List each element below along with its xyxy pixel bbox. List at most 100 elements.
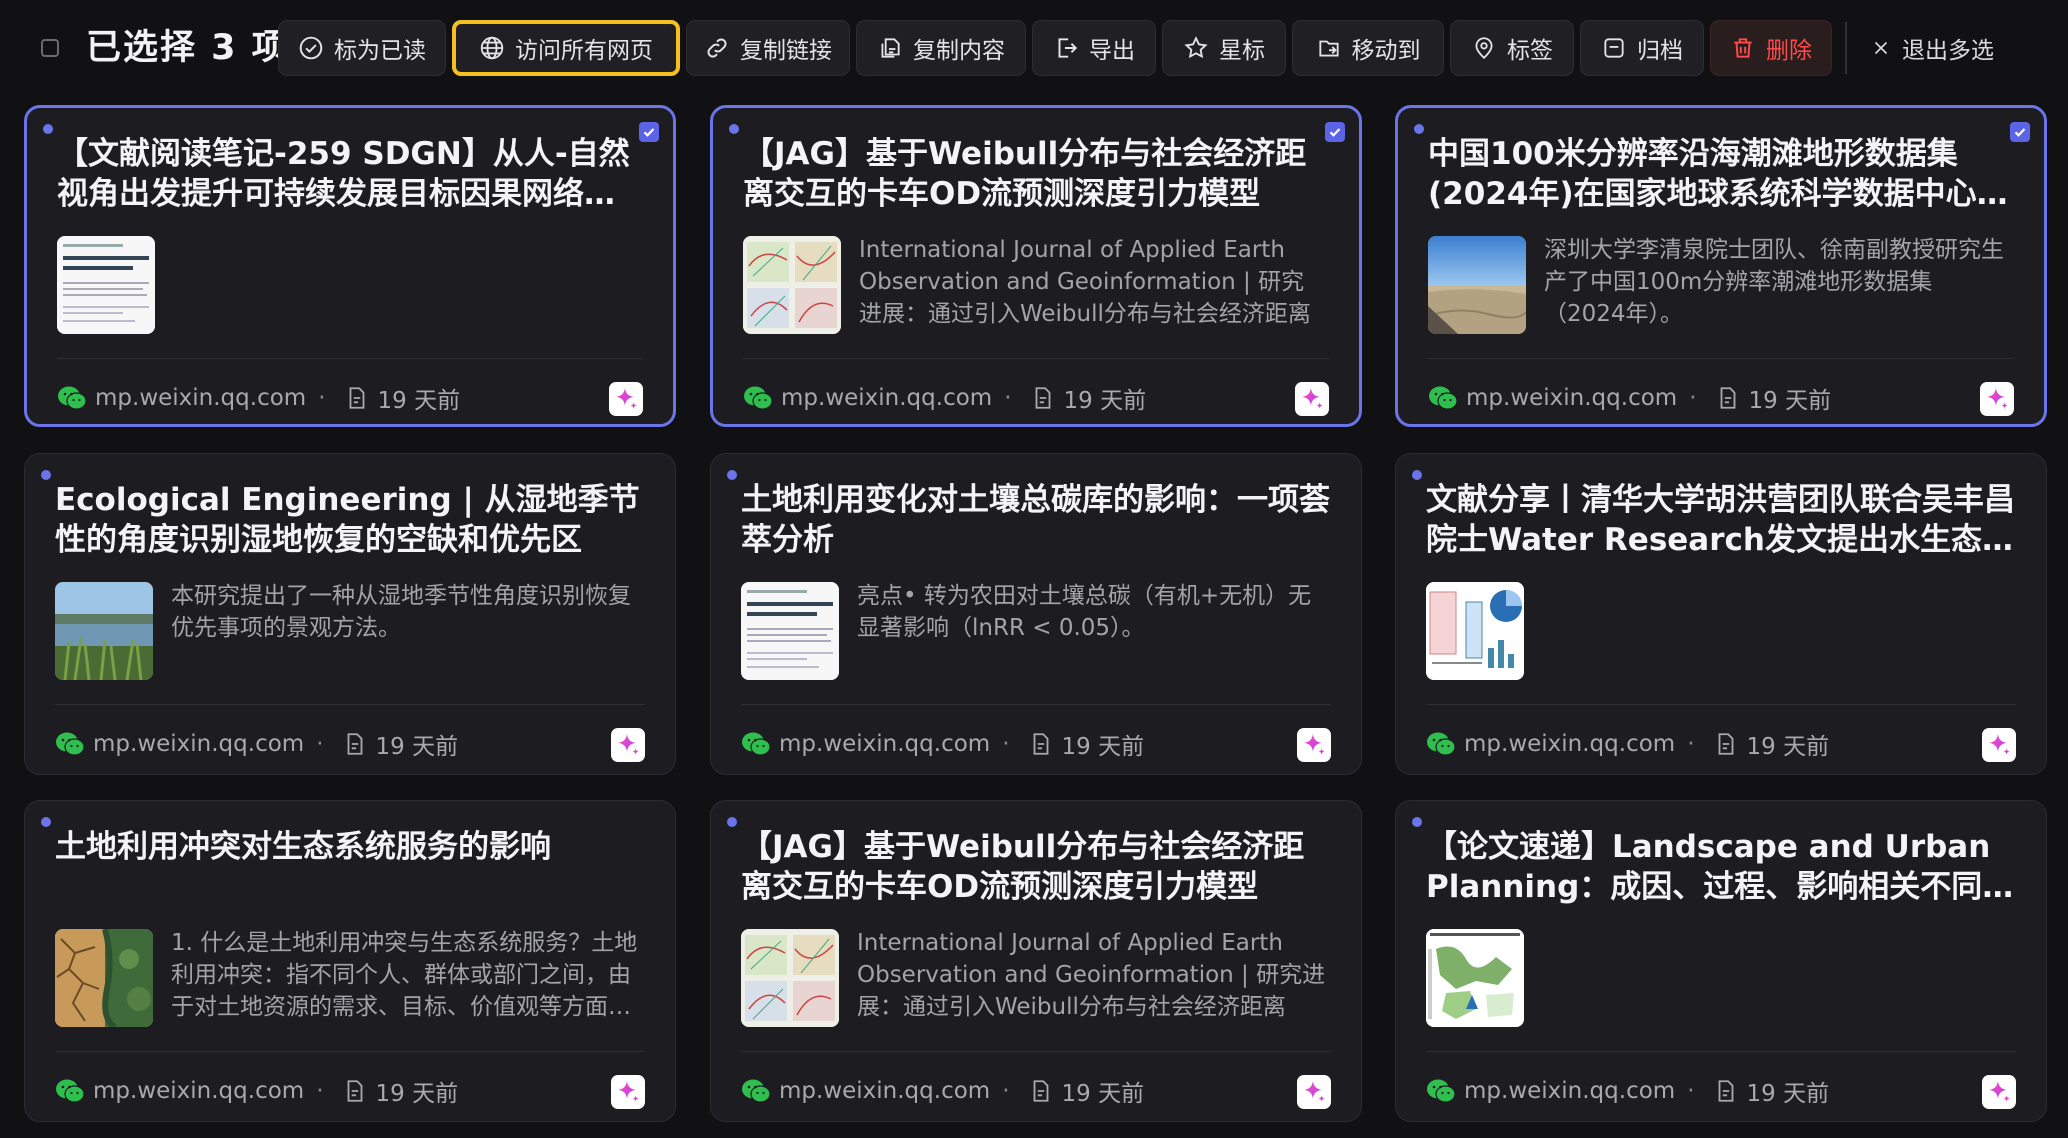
wechat-icon (1427, 732, 1456, 756)
tag-button[interactable]: 标签 (1450, 20, 1574, 76)
card-title[interactable]: 文献分享丨清华大学胡洪营团队联合吴丰昌院士Water Research发文提出水… (1426, 480, 2018, 560)
ai-summary-button[interactable] (1982, 728, 2016, 762)
document-icon (1720, 387, 1735, 409)
article-card[interactable]: 土地利用冲突对生态系统服务的影响 1. 什么是土地利用冲突与生态系统服务？土地利… (24, 800, 676, 1122)
paper-icon (57, 236, 155, 334)
ai-summary-button[interactable] (1297, 1075, 1331, 1109)
footer-separator: · (1687, 731, 1695, 757)
card-time: 19 天前 (1063, 388, 1147, 414)
document-icon (1718, 1080, 1733, 1102)
ai-summary-button[interactable] (1297, 728, 1331, 762)
article-card[interactable]: Ecological Engineering | 从湿地季节性的角度识别湿地恢复… (24, 453, 676, 775)
card-title[interactable]: 【文献阅读笔记-259 SDGN】从人-自然视角出发提升可持续发展目标因果网络的… (57, 134, 645, 214)
article-card[interactable]: 土地利用变化对土壤总碳库的影响：一项荟萃分析 亮点• 转为农田对土壤总碳（有机+… (710, 453, 1362, 775)
card-summary: 亮点• 转为农田对土壤总碳（有机+无机）无显著影响（lnRR < 0.05）。 (857, 583, 1312, 641)
archive-button[interactable]: 归档 (1580, 20, 1704, 76)
wechat-icon (744, 386, 773, 410)
card-source: mp.weixin.qq.com (1464, 1078, 1676, 1104)
ai-summary-button[interactable] (609, 382, 643, 416)
star-icon (1184, 36, 1208, 59)
article-card[interactable]: 【文献阅读笔记-259 SDGN】从人-自然视角出发提升可持续发展目标因果网络的… (24, 105, 676, 427)
star-button[interactable]: 星标 (1162, 20, 1286, 76)
ai-summary-button[interactable] (611, 1075, 645, 1109)
card-summary: 本研究提出了一种从湿地季节性角度识别恢复优先事项的景观方法。 (171, 583, 631, 641)
sparkle-icon (618, 1081, 639, 1102)
map-icon (743, 236, 841, 334)
unread-dot (727, 470, 737, 480)
move-to-button[interactable]: 移动到 (1292, 20, 1444, 76)
card-source: mp.weixin.qq.com (781, 385, 993, 411)
globe-icon (480, 36, 504, 60)
check-circle-icon (299, 36, 323, 60)
card-time: 19 天前 (1746, 1081, 1830, 1107)
copy-icon (881, 38, 900, 58)
document-icon (349, 387, 364, 409)
archive-icon (1604, 38, 1624, 58)
article-card[interactable]: 中国100米分辨率沿海潮滩地形数据集(2024年)在国家地球系统科学数据中心发布… (1395, 105, 2047, 427)
card-divider (743, 358, 1329, 359)
card-title[interactable]: 【JAG】基于Weibull分布与社会经济距离交互的卡车OD流预测深度引力模型 (743, 134, 1331, 214)
chart-figure-icon (1426, 582, 1524, 680)
copy-link-button[interactable]: 复制链接 (686, 20, 850, 76)
sparkle-icon (1987, 388, 2008, 409)
ai-summary-button[interactable] (1980, 382, 2014, 416)
card-title[interactable]: 土地利用变化对土壤总碳库的影响：一项荟萃分析 (741, 480, 1333, 560)
paper-icon (741, 582, 839, 680)
visit-all-pages-button[interactable]: 访问所有网页 (452, 20, 680, 76)
select-all-checkbox[interactable] (41, 39, 59, 57)
card-title[interactable]: 中国100米分辨率沿海潮滩地形数据集(2024年)在国家地球系统科学数据中心发布 (1428, 134, 2016, 214)
footer-separator: · (1002, 731, 1010, 757)
sparkle-icon (1302, 388, 1323, 409)
card-time: 19 天前 (1061, 1081, 1145, 1107)
move-icon (1318, 40, 1339, 57)
unread-dot (1412, 470, 1422, 480)
card-summary: 深圳大学李清泉院士团队、徐南副教授研究生产了中国100m分辨率潮滩地形数据集（2… (1544, 237, 2004, 327)
unread-dot (1414, 124, 1424, 134)
footer-separator: · (1687, 1078, 1695, 1104)
beach-photo-icon (1428, 236, 1526, 334)
card-title[interactable]: 【JAG】基于Weibull分布与社会经济距离交互的卡车OD流预测深度引力模型 (741, 827, 1333, 907)
card-source: mp.weixin.qq.com (779, 731, 991, 757)
close-icon (1874, 41, 1888, 55)
ai-summary-button[interactable] (1295, 382, 1329, 416)
sparkle-icon (618, 734, 639, 755)
sparkle-icon (1989, 734, 2010, 755)
article-card[interactable]: 【JAG】基于Weibull分布与社会经济距离交互的卡车OD流预测深度引力模型 … (710, 105, 1362, 427)
card-divider (741, 1051, 1331, 1052)
card-time: 19 天前 (1746, 734, 1830, 760)
export-button[interactable]: 导出 (1032, 20, 1156, 76)
unread-dot (43, 124, 53, 134)
document-icon (1035, 387, 1050, 409)
card-title[interactable]: 土地利用冲突对生态系统服务的影响 (55, 827, 647, 867)
delete-button[interactable]: 删除 (1710, 20, 1832, 76)
footer-separator: · (316, 1078, 324, 1104)
card-title[interactable]: Ecological Engineering | 从湿地季节性的角度识别湿地恢复… (55, 480, 647, 560)
card-source: mp.weixin.qq.com (779, 1078, 991, 1104)
ai-summary-button[interactable] (611, 728, 645, 762)
wechat-icon (742, 1079, 771, 1103)
card-source: mp.weixin.qq.com (93, 731, 305, 757)
link-icon (707, 38, 727, 58)
sparkle-icon (1304, 734, 1325, 755)
wechat-icon (56, 1079, 85, 1103)
ai-summary-button[interactable] (1982, 1075, 2016, 1109)
wechat-icon (1427, 1079, 1456, 1103)
sparkle-icon (1304, 1081, 1325, 1102)
map-figure-icon (1426, 929, 1524, 1027)
card-time: 19 天前 (1748, 388, 1832, 414)
card-title[interactable]: 【论文速递】Landscape and Urban Planning：成因、过程… (1426, 827, 2018, 907)
card-footer: mp.weixin.qq.com · 19 天前 (1426, 1071, 1829, 1111)
selection-count-title: 已选择 3 项 (86, 28, 289, 68)
article-card[interactable]: 【JAG】基于Weibull分布与社会经济距离交互的卡车OD流预测深度引力模型 … (710, 800, 1362, 1122)
mark-read-button[interactable]: 标为已读 (278, 20, 446, 76)
wetland-photo-icon (55, 582, 153, 680)
article-card[interactable]: 【论文速递】Landscape and Urban Planning：成因、过程… (1395, 800, 2047, 1122)
card-source: mp.weixin.qq.com (93, 1078, 305, 1104)
toolbar-divider (1845, 22, 1847, 74)
article-card[interactable]: 文献分享丨清华大学胡洪营团队联合吴丰昌院士Water Research发文提出水… (1395, 453, 2047, 775)
wechat-icon (56, 732, 85, 756)
card-footer: mp.weixin.qq.com · 19 天前 (55, 724, 458, 764)
card-divider (57, 358, 643, 359)
exit-multi-select-button[interactable]: 退出多选 (1870, 20, 1994, 76)
copy-content-button[interactable]: 复制内容 (856, 20, 1026, 76)
